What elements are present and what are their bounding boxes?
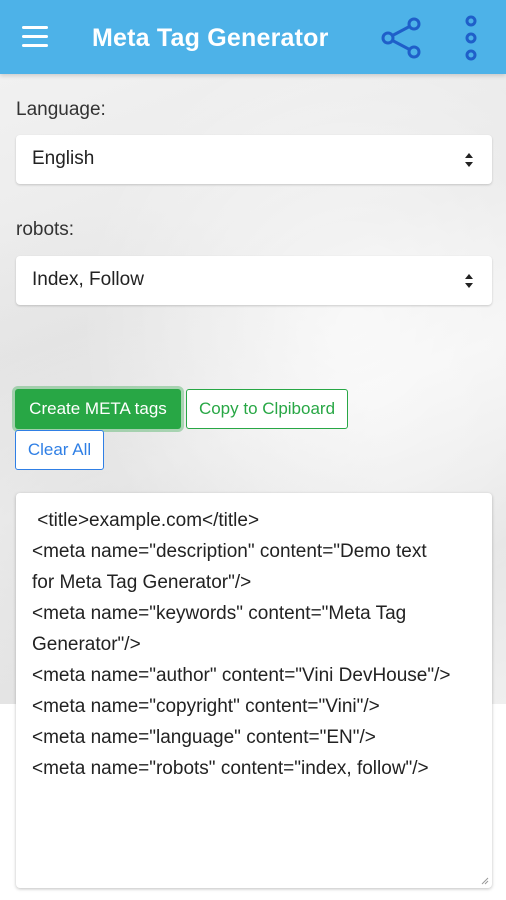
clear-all-button[interactable]: Clear All	[15, 430, 104, 470]
output-line: <meta name="robots" content="index, foll…	[32, 758, 429, 779]
app-bar: Meta Tag Generator	[0, 0, 506, 74]
language-select[interactable]: English	[16, 135, 492, 184]
output-line: <meta name="language" content="EN"/>	[32, 727, 376, 748]
menu-icon[interactable]	[22, 26, 48, 48]
language-select-value: English	[32, 148, 95, 169]
create-meta-tags-button[interactable]: Create META tags	[15, 389, 181, 429]
language-label: Language:	[16, 99, 106, 120]
share-icon[interactable]	[378, 14, 426, 62]
robots-label: robots:	[16, 219, 75, 240]
select-arrows-icon	[465, 274, 473, 288]
more-vertical-icon[interactable]	[456, 14, 486, 62]
meta-output-textarea[interactable]: <title>example.com</title> <meta name="d…	[16, 493, 492, 888]
output-line: Generator"/>	[32, 634, 141, 655]
output-line: <meta name="copyright" content="Vini"/>	[32, 696, 380, 717]
resize-handle-icon[interactable]	[481, 877, 489, 885]
output-line: <meta name="description" content="Demo t…	[32, 541, 427, 562]
robots-select[interactable]: Index, Follow	[16, 256, 492, 305]
copy-to-clipboard-button[interactable]: Copy to Clpiboard	[186, 389, 348, 429]
robots-select-value: Index, Follow	[32, 269, 144, 290]
output-line: for Meta Tag Generator"/>	[32, 572, 252, 593]
output-line: <meta name="keywords" content="Meta Tag	[32, 603, 407, 624]
app-title: Meta Tag Generator	[92, 24, 329, 52]
select-arrows-icon	[465, 153, 473, 167]
output-line: <title>example.com</title>	[32, 510, 260, 531]
output-line: <meta name="author" content="Vini DevHou…	[32, 665, 451, 686]
